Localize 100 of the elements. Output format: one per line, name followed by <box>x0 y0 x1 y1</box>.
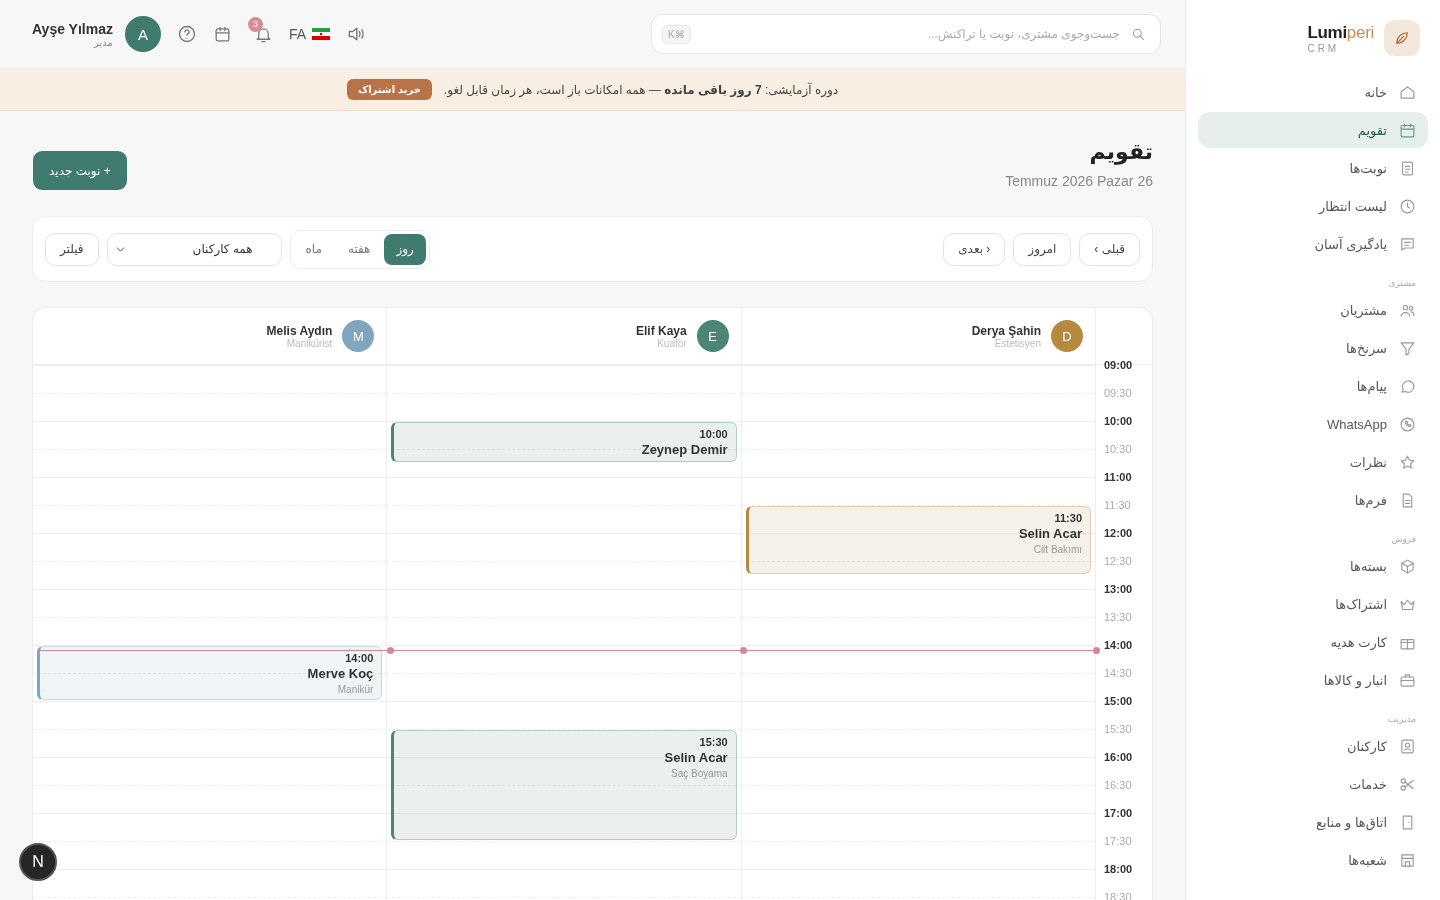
sidebar-item[interactable]: فرم‌ها <box>1198 482 1428 518</box>
sidebar-item[interactable]: نظرات <box>1198 444 1428 480</box>
client-name: Selin Acar <box>664 750 728 765</box>
sidebar-item[interactable]: اتاق‌ها و منابع <box>1198 804 1428 840</box>
nav-button[interactable]: قبلی › <box>1079 232 1140 266</box>
sidebar-item[interactable]: سرنخ‌ها <box>1198 330 1428 366</box>
time-label: 13:00 <box>1103 582 1134 597</box>
service-name: Manikür <box>337 684 374 695</box>
home-icon <box>1399 83 1416 101</box>
note-icon <box>1399 235 1416 253</box>
time-label: 09:30 <box>1103 386 1133 401</box>
client-name: Selin Acar <box>1018 526 1082 541</box>
filter-icon <box>1399 339 1416 357</box>
staff-name: Melis Aydın <box>266 323 333 338</box>
time-label: 09:00 <box>1103 358 1134 373</box>
user-avatar[interactable]: A <box>124 16 161 52</box>
time-label: 18:00 <box>1103 862 1134 877</box>
sidebar-item[interactable]: لیست انتظار <box>1198 188 1428 224</box>
time-label: 17:30 <box>1103 834 1133 849</box>
staff-name: Elif Kaya <box>635 323 687 338</box>
filter-button[interactable]: فیلتر <box>45 232 99 266</box>
sidebar-item[interactable]: کارکنان <box>1198 728 1428 764</box>
id-card-icon <box>1399 737 1416 755</box>
sidebar-item[interactable]: پیام‌ها <box>1198 368 1428 404</box>
staff-role: Estetisyen <box>994 337 1041 349</box>
sidebar-item[interactable]: خدمات <box>1198 766 1428 802</box>
time-label: 15:00 <box>1103 694 1134 709</box>
flag-icon <box>312 28 331 40</box>
client-name: Merve Koç <box>307 666 374 681</box>
appointment-time: 10:00 <box>699 428 728 440</box>
phone-bubble-icon <box>1399 415 1416 433</box>
time-label: 10:30 <box>1103 442 1133 457</box>
sidebar-item[interactable]: بسته‌ها <box>1198 548 1428 584</box>
time-label: 14:00 <box>1103 638 1134 653</box>
user-name: Ayşe Yılmaz <box>32 20 113 37</box>
store-icon <box>1399 851 1416 869</box>
help-icon <box>176 24 197 44</box>
user-role: مدیر <box>94 36 113 48</box>
chat-icon <box>1399 377 1416 395</box>
section-label: مدیریت <box>1386 713 1417 726</box>
search-icon <box>1130 26 1146 42</box>
subscribe-button[interactable]: خرید اشتراک <box>346 79 432 100</box>
staff-role: Kuaför <box>656 337 687 349</box>
help-button[interactable] <box>176 24 197 44</box>
view-tab[interactable]: روز <box>384 233 426 265</box>
sidebar-item[interactable]: مشتریان <box>1198 292 1428 328</box>
appointment-card[interactable]: 15:30 Selin Acar Saç Boyama <box>391 730 737 840</box>
sidebar-item[interactable]: نوبت‌ها <box>1198 150 1428 186</box>
briefcase-icon <box>1399 671 1416 689</box>
service-name: Saç Boyama <box>670 768 728 779</box>
time-label: 12:30 <box>1103 554 1133 569</box>
star-icon <box>1399 453 1416 471</box>
time-label: 10:00 <box>1103 414 1134 429</box>
brand-subtitle: CRM <box>1307 42 1341 54</box>
leaf-logo-icon <box>1384 20 1420 56</box>
staff-avatar: M <box>342 320 375 352</box>
time-label: 11:00 <box>1103 470 1133 485</box>
shortcut-key: K⌘ <box>662 24 691 44</box>
box-icon <box>1399 557 1416 575</box>
sidebar-item[interactable]: WhatsApp <box>1198 406 1428 442</box>
page-title: تقویم <box>1088 139 1153 165</box>
staff-role: Manikürist <box>285 337 333 349</box>
nav-button[interactable]: امروز <box>1013 232 1072 266</box>
service-name: Cilt Bakımı <box>1033 544 1082 555</box>
time-label: 15:30 <box>1103 722 1133 737</box>
sidebar-item[interactable]: شعبه‌ها <box>1198 842 1428 878</box>
sidebar-item[interactable]: یادگیری آسان <box>1198 226 1428 262</box>
time-label: 16:00 <box>1103 750 1134 765</box>
sidebar-item[interactable]: کارت هدیه <box>1198 624 1428 660</box>
time-label: 17:00 <box>1103 806 1134 821</box>
brand-name: Lumiperi <box>1307 22 1374 43</box>
view-tab[interactable]: هفته <box>335 233 383 265</box>
sidebar-item[interactable]: خانه <box>1198 74 1428 110</box>
search-input[interactable]: جست‌وجوی مشتری، نوبت یا تراکنش... <box>698 26 1122 42</box>
sidebar-item[interactable]: اشتراک‌ها <box>1198 586 1428 622</box>
sidebar-item[interactable]: انبار و کالاها <box>1198 662 1428 698</box>
staff-name: Derya Şahin <box>971 323 1041 338</box>
language-code[interactable]: FA <box>288 26 307 42</box>
view-tab[interactable]: ماه <box>293 233 334 265</box>
sidebar-item[interactable]: تقویم <box>1198 112 1428 148</box>
appointment-time: 11:30 <box>1054 512 1082 524</box>
appointment-card[interactable]: 10:00 Zeynep Demir <box>391 422 737 462</box>
staff-select[interactable]: همه کارکنان <box>106 232 282 266</box>
trial-message: دوره آزمایشی: 7 روز باقی مانده — همه امکانات باز است، هر زمان قابل لغو. <box>443 82 839 97</box>
staff-avatar: E <box>696 320 729 352</box>
scissors-icon <box>1399 775 1416 793</box>
clock-icon <box>1399 197 1416 215</box>
appointment-time: 14:00 <box>345 652 374 664</box>
clipboard-icon <box>1399 159 1416 177</box>
nav-button[interactable]: ‹ بعدی <box>943 232 1006 266</box>
section-label: فروش <box>1390 533 1417 546</box>
calendar-icon <box>1399 121 1416 139</box>
time-label: 13:30 <box>1103 610 1133 625</box>
appointment-card[interactable]: 14:00 Merve Koç Manikür <box>37 646 383 700</box>
new-appointment-button[interactable]: + نوبت جدید <box>33 151 127 190</box>
section-label: مشتری <box>1387 277 1417 290</box>
time-label: 16:30 <box>1103 778 1133 793</box>
appointment-card[interactable]: 11:30 Selin Acar Cilt Bakımı <box>745 506 1091 574</box>
time-label: 11:30 <box>1103 498 1132 513</box>
staff-avatar: D <box>1051 320 1083 352</box>
